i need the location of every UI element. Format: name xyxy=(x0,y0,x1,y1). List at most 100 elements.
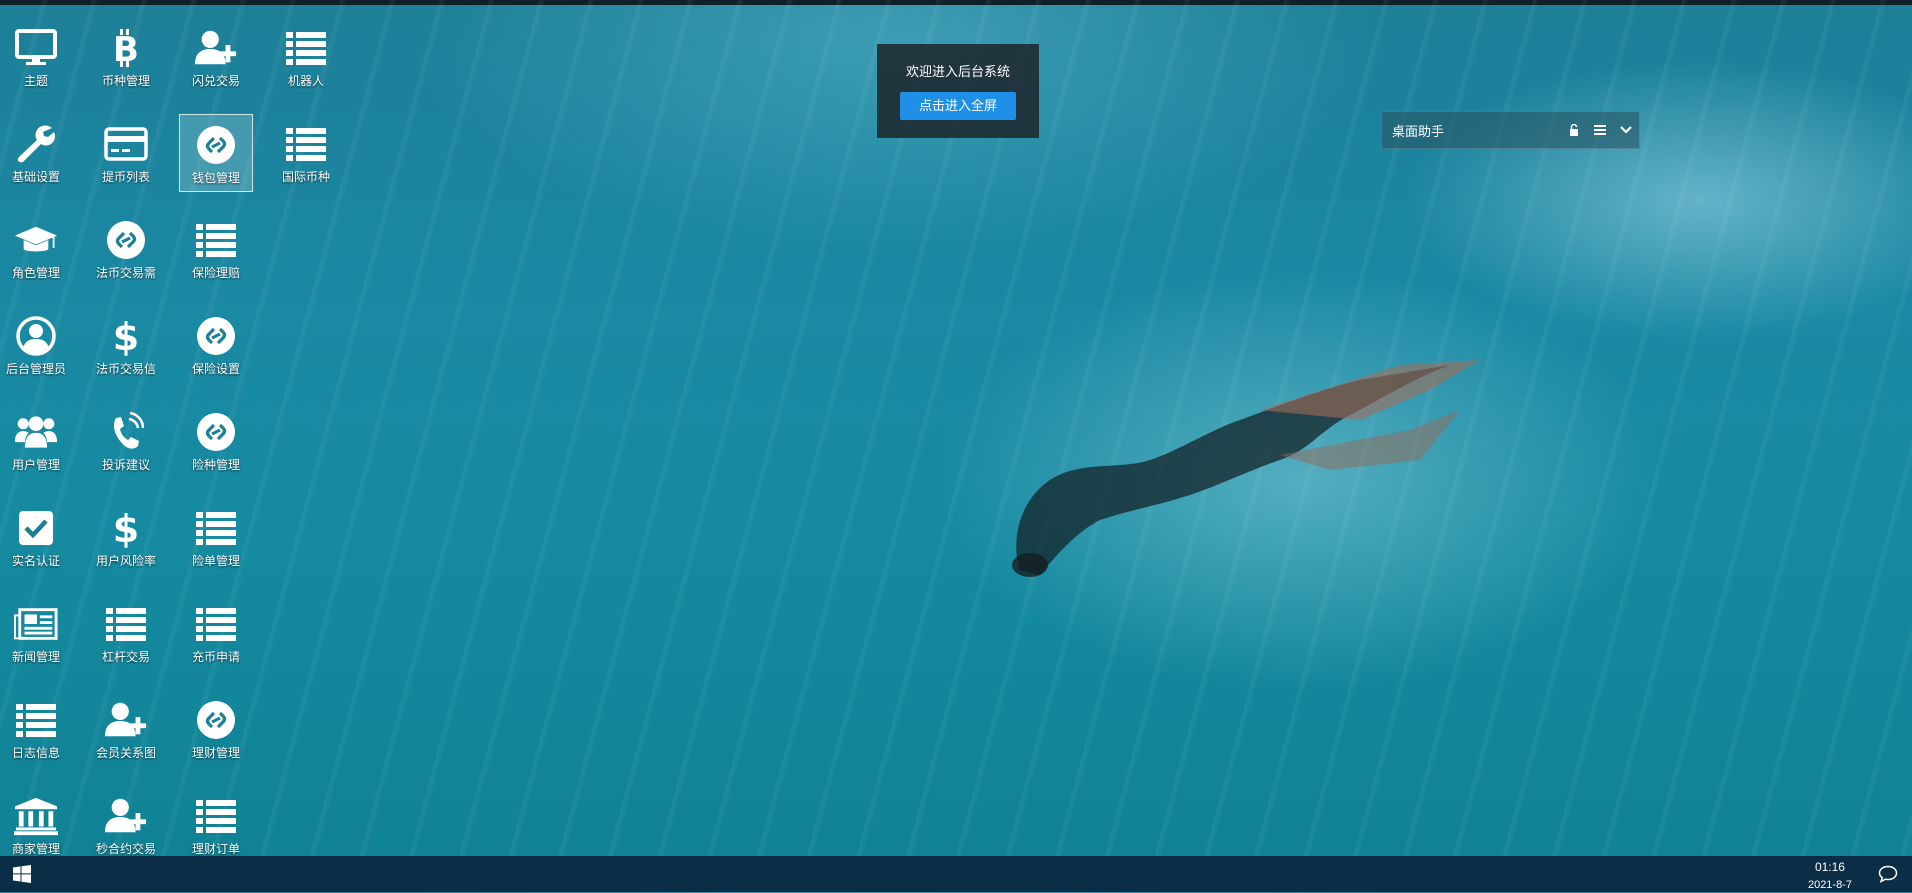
desktop-icon-label: 理财订单 xyxy=(191,842,240,856)
desktop-icon-label: 机器人 xyxy=(287,74,324,88)
desktop-icon-26[interactable]: 商家管理 xyxy=(0,786,73,864)
desktop-icon-27[interactable]: 秒合约交易 xyxy=(89,786,163,864)
link-circle-icon xyxy=(194,314,238,358)
desktop-icon-label: 提币列表 xyxy=(101,170,150,184)
fullscreen-button[interactable]: 点击进入全屏 xyxy=(900,92,1016,120)
desktop-icon-23[interactable]: 日志信息 xyxy=(0,690,73,768)
check-square-icon xyxy=(14,506,58,550)
lock-icon[interactable] xyxy=(1561,111,1587,149)
desktop-icon-label: 国际币种 xyxy=(281,170,330,184)
desktop-icon-label: 后台管理员 xyxy=(5,362,66,376)
assistant-title: 桌面助手 xyxy=(1392,123,1445,139)
desktop-icon-label: 新闻管理 xyxy=(11,650,60,664)
desktop-icon-18[interactable]: $ 用户风险率 xyxy=(89,498,163,576)
newspaper-icon xyxy=(14,602,58,646)
desktop-icon-3[interactable]: 机器人 xyxy=(269,18,343,96)
chat-icon[interactable] xyxy=(1878,865,1898,883)
graduation-cap-icon xyxy=(14,218,58,262)
desktop-icon-5[interactable]: 提币列表 xyxy=(89,114,163,192)
desktop-icon-16[interactable]: 险种管理 xyxy=(179,402,253,480)
list-icon xyxy=(284,26,328,70)
credit-card-icon xyxy=(104,122,148,166)
desktop-icon-20[interactable]: 新闻管理 xyxy=(0,594,73,672)
desktop-icon-label: 用户管理 xyxy=(11,458,60,472)
dollar-icon: $ xyxy=(104,506,148,550)
welcome-message: 欢迎进入后台系统 xyxy=(905,64,1010,79)
desktop-icon-label: 实名认证 xyxy=(11,554,60,568)
desktop-icon-1[interactable]: B 币种管理 xyxy=(89,18,163,96)
clock-time: 01:16 xyxy=(1814,860,1845,874)
desktop-icon-6[interactable]: 钱包管理 xyxy=(179,114,253,192)
desktop-icon-11[interactable]: 后台管理员 xyxy=(0,306,73,384)
list-icon xyxy=(194,794,238,838)
phone-icon xyxy=(104,410,148,454)
desktop-icon-label: 闪兑交易 xyxy=(191,74,240,88)
desktop-icon-label: 保险理赔 xyxy=(191,266,240,280)
desktop-assistant[interactable]: 桌面助手 xyxy=(1381,111,1640,149)
svg-text:$: $ xyxy=(113,315,139,357)
link-circle-icon xyxy=(194,123,238,167)
desktop-icon-8[interactable]: 角色管理 xyxy=(0,210,73,288)
desktop-icon-label: 保险设置 xyxy=(191,362,240,376)
list-icon xyxy=(194,506,238,550)
svg-text:$: $ xyxy=(113,507,139,549)
windows-icon[interactable] xyxy=(0,856,44,892)
dollar-icon: $ xyxy=(104,314,148,358)
link-circle-icon xyxy=(194,698,238,742)
desktop-icon-24[interactable]: 会员关系图 xyxy=(89,690,163,768)
desktop-icon-label: 充币申请 xyxy=(191,650,240,664)
desktop-icon-10[interactable]: 保险理赔 xyxy=(179,210,253,288)
desktop-icon-label: 币种管理 xyxy=(101,74,150,88)
menu-icon[interactable] xyxy=(1587,111,1613,149)
user-plus-icon xyxy=(194,26,238,70)
welcome-panel: 欢迎进入后台系统 点击进入全屏 xyxy=(877,44,1039,138)
desktop-icon-25[interactable]: 理财管理 xyxy=(179,690,253,768)
desktop-icon-label: 法币交易信 xyxy=(95,362,156,376)
desktop-icon-4[interactable]: 基础设置 xyxy=(0,114,73,192)
desktop-icon-21[interactable]: 杠杆交易 xyxy=(89,594,163,672)
desktop-icon-label: 法币交易需 xyxy=(95,266,156,280)
list-icon xyxy=(14,698,58,742)
chevron-down-icon[interactable] xyxy=(1613,111,1639,149)
desktop-icon-19[interactable]: 险单管理 xyxy=(179,498,253,576)
link-circle-icon xyxy=(194,410,238,454)
wrench-icon xyxy=(14,122,58,166)
link-circle-icon xyxy=(104,218,148,262)
user-plus-icon xyxy=(104,794,148,838)
bank-icon xyxy=(14,794,58,838)
desktop-icon-13[interactable]: 保险设置 xyxy=(179,306,253,384)
top-strip xyxy=(0,0,1912,5)
desktop-icon-15[interactable]: 投诉建议 xyxy=(89,402,163,480)
list-icon xyxy=(104,602,148,646)
desktop-icon-17[interactable]: 实名认证 xyxy=(0,498,73,576)
list-icon xyxy=(194,602,238,646)
taskbar-clock[interactable]: 01:16 2021-8-7 xyxy=(1808,860,1852,893)
desktop-icon-label: 日志信息 xyxy=(11,746,60,760)
desktop-icon-14[interactable]: 用户管理 xyxy=(0,402,73,480)
desktop-icon-label: 秒合约交易 xyxy=(95,842,156,856)
desktop-icon-label: 杠杆交易 xyxy=(101,650,150,664)
desktop-icon-12[interactable]: $ 法币交易信 xyxy=(89,306,163,384)
bitcoin-icon: B xyxy=(104,26,148,70)
list-icon xyxy=(194,218,238,262)
desktop-icon-28[interactable]: 理财订单 xyxy=(179,786,253,864)
desktop-icon-22[interactable]: 充币申请 xyxy=(179,594,253,672)
desktop-icon-0[interactable]: 主题 xyxy=(0,18,73,96)
monitor-icon xyxy=(14,26,58,70)
desktop-icon-label: 商家管理 xyxy=(11,842,60,856)
user-plus-icon xyxy=(104,698,148,742)
desktop-icon-7[interactable]: 国际币种 xyxy=(269,114,343,192)
desktop-icon-2[interactable]: 闪兑交易 xyxy=(179,18,253,96)
clock-date: 2021-8-7 xyxy=(1807,879,1852,891)
desktop-icon-label: 钱包管理 xyxy=(191,171,240,185)
desktop-icon-label: 主题 xyxy=(23,74,48,88)
desktop-icon-label: 投诉建议 xyxy=(101,458,150,472)
desktop-icon-label: 用户风险率 xyxy=(95,554,156,568)
user-circle-icon xyxy=(14,314,58,358)
desktop-icon-label: 险单管理 xyxy=(191,554,240,568)
desktop-icon-label: 角色管理 xyxy=(11,266,60,280)
desktop-icon-label: 险种管理 xyxy=(191,458,240,472)
desktop-icon-label: 会员关系图 xyxy=(95,746,156,760)
taskbar: 01:16 2021-8-7 xyxy=(0,856,1912,892)
desktop-icon-9[interactable]: 法币交易需 xyxy=(89,210,163,288)
